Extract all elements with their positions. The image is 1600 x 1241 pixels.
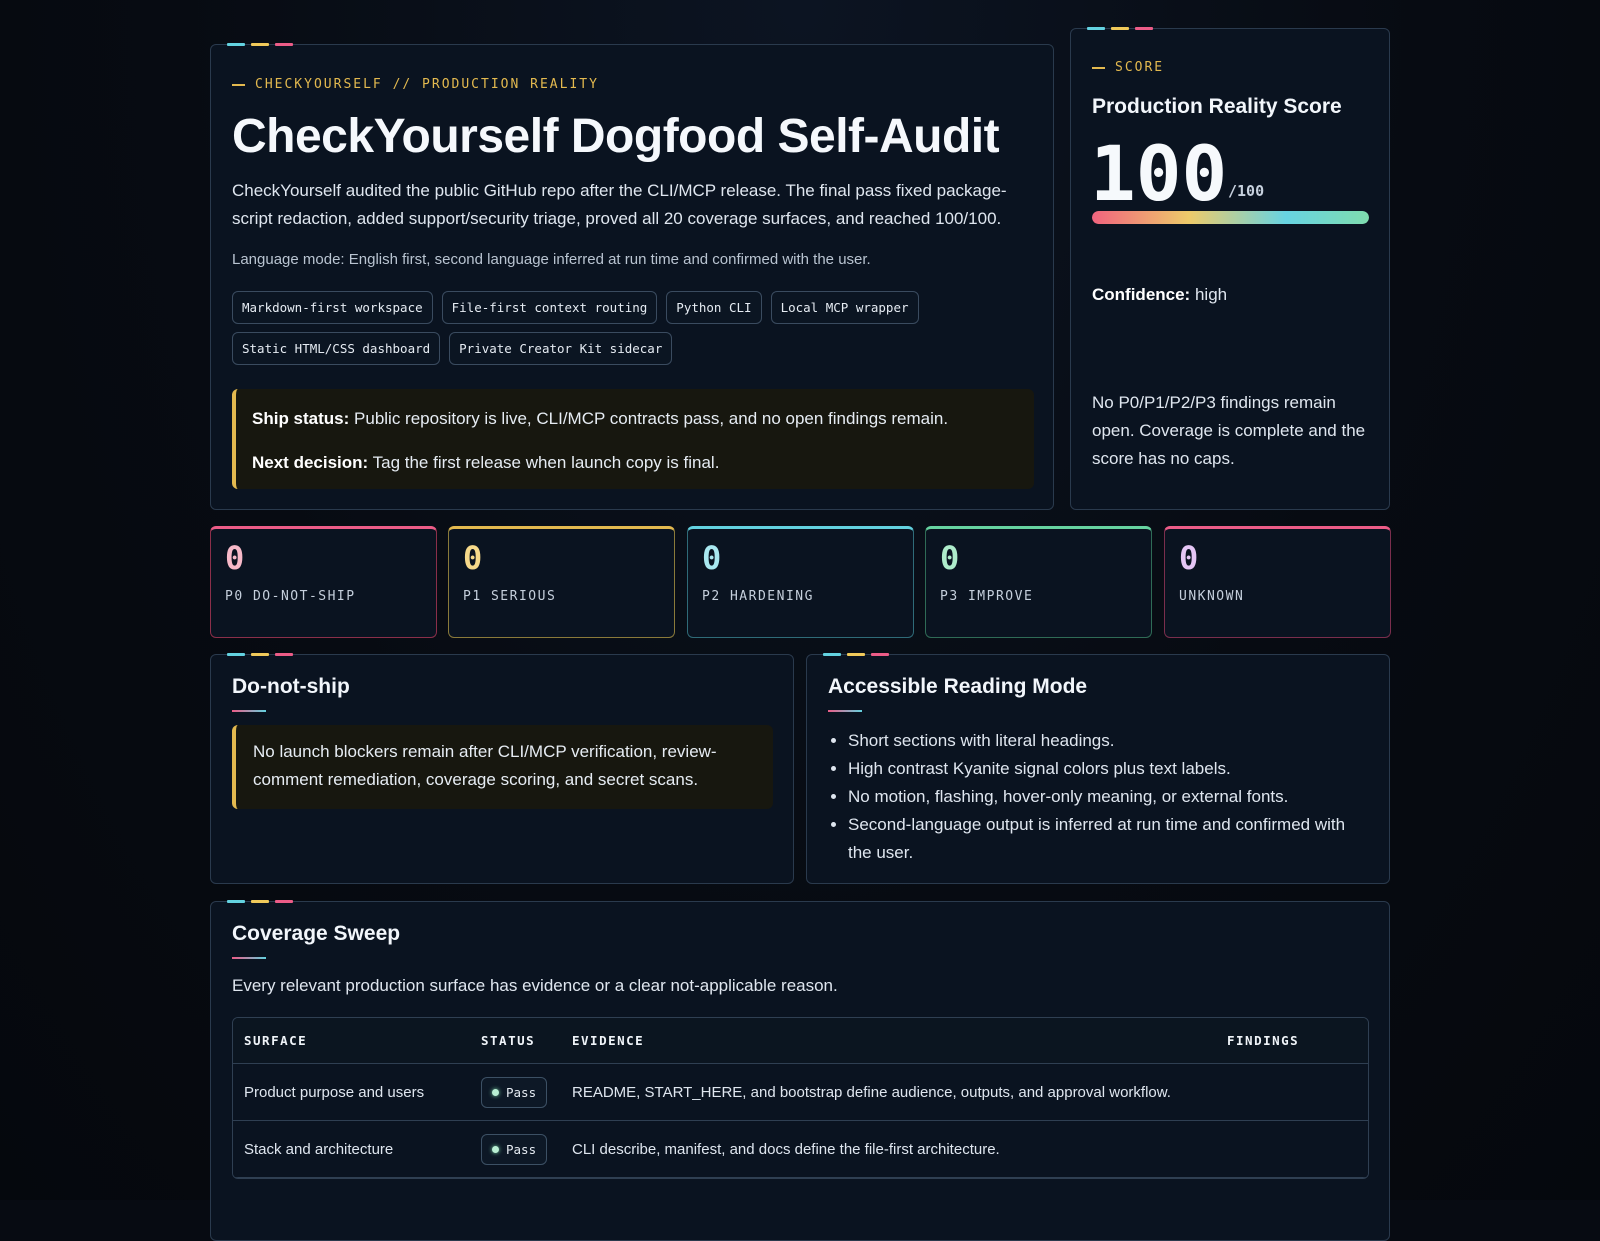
ship-status: Ship status: Public repository is live, …: [252, 405, 1018, 433]
title-rule: [828, 710, 862, 712]
next-decision-text: Tag the first release when launch copy i…: [372, 453, 720, 472]
confidence-label: Confidence:: [1092, 285, 1191, 304]
coverage-title: Coverage Sweep: [232, 922, 401, 945]
score-progress-fill: [1092, 211, 1369, 224]
status-badge: Pass: [481, 1076, 548, 1108]
row-evidence: README, START_HERE, and bootstrap define…: [572, 1083, 1171, 1101]
stat-p0-count: 0: [225, 539, 245, 577]
row-evidence: CLI describe, manifest, and docs define …: [572, 1140, 1000, 1158]
stack-tag: Static HTML/CSS dashboard: [232, 332, 441, 365]
column-header-status: STATUS: [481, 1033, 536, 1048]
ship-status-label: Ship status:: [252, 409, 350, 428]
accent-dashes: [227, 43, 293, 46]
coverage-sweep-panel: Coverage Sweep Every relevant production…: [210, 900, 1390, 1241]
ship-status-text: Public repository is live, CLI/MCP contr…: [354, 409, 949, 428]
status-dot-icon: [492, 1145, 499, 1153]
stat-p3-label: P3 IMPROVE: [940, 589, 1034, 604]
table-header: SURFACE STATUS EVIDENCE FINDINGS: [233, 1018, 1368, 1064]
coverage-table: SURFACE STATUS EVIDENCE FINDINGS Product…: [232, 1017, 1369, 1179]
stat-p1-count: 0: [463, 539, 483, 577]
title-rule: [232, 710, 266, 712]
stat-p1-label: P1 SERIOUS: [463, 589, 557, 604]
next-decision: Next decision: Tag the first release whe…: [252, 449, 1018, 477]
status-dot-icon: [492, 1088, 499, 1096]
confidence-value: high: [1194, 285, 1228, 304]
score-progress-bar: [1092, 211, 1369, 224]
status-text: Pass: [506, 1084, 537, 1100]
stat-p0-label: P0 DO-NOT-SHIP: [225, 589, 356, 604]
accent-dashes: [227, 900, 293, 903]
score-note: No P0/P1/P2/P3 findings remain open. Cov…: [1092, 393, 1366, 468]
do-not-ship-callout: No launch blockers remain after CLI/MCP …: [232, 725, 773, 809]
stat-p0-card: 0 P0 DO-NOT-SHIP: [210, 526, 437, 638]
list-item: High contrast Kyanite signal colors plus…: [848, 755, 1368, 783]
stat-unknown-card: 0 UNKNOWN: [1164, 526, 1391, 638]
stack-tag: Private Creator Kit sidecar: [449, 332, 673, 365]
list-item: No motion, flashing, hover-only meaning,…: [848, 783, 1368, 811]
row-surface: Stack and architecture: [244, 1140, 394, 1158]
column-header-surface: SURFACE: [244, 1033, 308, 1048]
coverage-subtitle: Every relevant production surface has ev…: [232, 976, 838, 995]
list-item: Second-language output is inferred at ru…: [848, 811, 1368, 867]
stat-p2-label: P2 HARDENING: [702, 589, 814, 604]
reading-mode-panel: Accessible Reading Mode Short sections w…: [806, 653, 1390, 884]
stack-tag: Markdown-first workspace: [232, 291, 433, 324]
reading-mode-title: Accessible Reading Mode: [828, 675, 1088, 698]
stat-p2-card: 0 P2 HARDENING: [687, 526, 914, 638]
stat-p1-card: 0 P1 SERIOUS: [448, 526, 675, 638]
score-card: SCORE Production Reality Score 100 /100 …: [1070, 27, 1390, 510]
score-value: 100: [1090, 129, 1228, 218]
status-badge: Pass: [481, 1133, 548, 1165]
accent-dashes: [227, 653, 293, 656]
ship-status-callout: Ship status: Public repository is live, …: [232, 389, 1034, 489]
confidence: Confidence: high: [1092, 285, 1227, 305]
column-header-evidence: EVIDENCE: [572, 1033, 645, 1048]
score-max: /100: [1228, 182, 1265, 200]
hero-eyebrow: CHECKYOURSELF // PRODUCTION REALITY: [232, 77, 599, 92]
table-row: Stack and architecture Pass CLI describe…: [233, 1121, 1368, 1178]
page-title: CheckYourself Dogfood Self-Audit: [232, 110, 1000, 163]
stack-tag: Local MCP wrapper: [770, 291, 919, 324]
score-eyebrow: SCORE: [1092, 60, 1164, 75]
do-not-ship-title: Do-not-ship: [232, 675, 350, 698]
do-not-ship-panel: Do-not-ship No launch blockers remain af…: [210, 653, 794, 884]
hero-description: CheckYourself audited the public GitHub …: [232, 181, 1007, 228]
status-text: Pass: [506, 1141, 537, 1157]
list-item: Short sections with literal headings.: [848, 727, 1368, 755]
score-title: Production Reality Score: [1092, 95, 1342, 118]
column-header-findings: FINDINGS: [1227, 1033, 1300, 1048]
title-rule: [232, 957, 266, 959]
next-decision-label: Next decision:: [252, 453, 369, 472]
stat-p3-card: 0 P3 IMPROVE: [925, 526, 1152, 638]
row-surface: Product purpose and users: [244, 1083, 425, 1101]
stack-tags: Markdown-first workspace File-first cont…: [232, 291, 1032, 365]
stack-tag: Python CLI: [666, 291, 762, 324]
stat-p2-count: 0: [702, 539, 722, 577]
accent-dashes: [823, 653, 889, 656]
reading-mode-list: Short sections with literal headings. Hi…: [848, 727, 1368, 867]
language-mode-note: Language mode: English first, second lan…: [232, 251, 871, 268]
stack-tag: File-first context routing: [441, 291, 658, 324]
table-row: Product purpose and users Pass README, S…: [233, 1064, 1368, 1121]
stat-unknown-count: 0: [1179, 539, 1199, 577]
accent-dashes: [1087, 27, 1153, 30]
stat-unknown-label: UNKNOWN: [1179, 589, 1245, 604]
hero-card: CHECKYOURSELF // PRODUCTION REALITY Chec…: [210, 43, 1054, 510]
stat-p3-count: 0: [940, 539, 960, 577]
